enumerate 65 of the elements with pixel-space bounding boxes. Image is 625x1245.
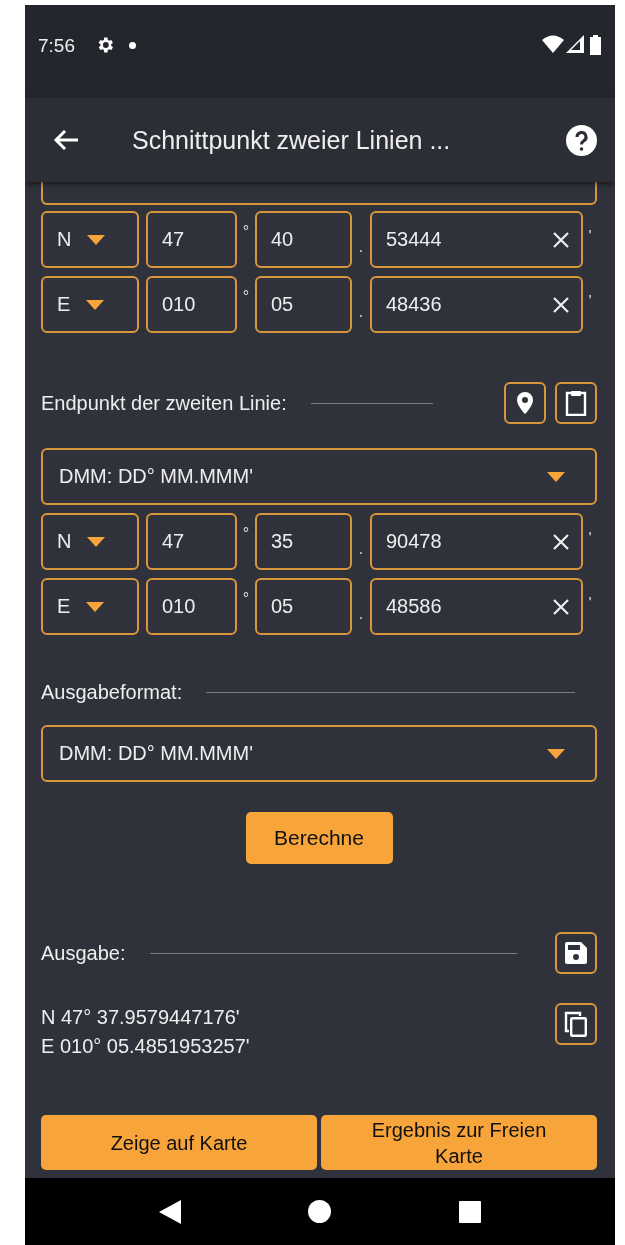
nav-home-icon[interactable]	[308, 1200, 332, 1223]
clipboard-button[interactable]	[555, 382, 597, 424]
clear-icon[interactable]	[553, 296, 569, 313]
screen-title: Schnittpunkt zweier Linien ...	[132, 125, 452, 155]
caret-icon	[547, 748, 565, 759]
dot-icon	[129, 42, 136, 49]
hemisphere-dropdown[interactable]: N	[41, 513, 139, 570]
nav-recents-icon[interactable]	[459, 1200, 482, 1223]
location-pin-icon	[517, 392, 533, 414]
minutes-field[interactable]: 35	[255, 513, 352, 570]
decimals-field[interactable]: 48436	[370, 276, 583, 333]
degrees-field[interactable]: 010	[146, 276, 237, 333]
hemisphere-dropdown[interactable]: N	[41, 211, 139, 268]
section-label: Ausgabe:	[41, 941, 126, 965]
hemisphere-dropdown[interactable]: E	[41, 578, 139, 635]
minute-mark: '	[587, 226, 593, 243]
calculate-button[interactable]: Berechne	[245, 812, 393, 864]
section-label: Ausgabeformat:	[41, 680, 183, 704]
caret-icon	[86, 601, 105, 612]
action-button[interactable]: Zeige auf Karte	[41, 1115, 317, 1170]
section-label: Endpunkt der zweiten Linie:	[41, 391, 287, 415]
decimals-field[interactable]: 53444	[370, 211, 583, 268]
result-coordinates: N 47° 37.9579447176' E 010° 05.4851953257'	[41, 1005, 250, 1059]
action-button[interactable]: Ergebnis zur Freien Karte	[321, 1115, 597, 1170]
clear-icon[interactable]	[553, 598, 569, 615]
decimal-point: .	[357, 238, 365, 257]
decimal-point: .	[357, 303, 365, 322]
decimals-field[interactable]: 48586	[370, 578, 583, 635]
copy-button[interactable]	[555, 1003, 597, 1045]
clear-icon[interactable]	[553, 231, 569, 248]
nav-back-icon[interactable]	[158, 1199, 181, 1224]
caret-icon	[547, 471, 565, 482]
caret-icon	[87, 234, 106, 245]
decimals-field[interactable]: 90478	[370, 513, 583, 570]
signal-icon	[566, 35, 584, 53]
hemisphere-dropdown[interactable]: E	[41, 276, 139, 333]
caret-icon	[87, 536, 106, 547]
decimal-point: .	[357, 605, 365, 624]
decimal-point: .	[357, 540, 365, 559]
caret-icon	[86, 299, 105, 310]
minute-mark: '	[587, 528, 593, 545]
minutes-field[interactable]: 05	[255, 276, 352, 333]
format-dropdown[interactable]: DMM: DD° MM.MMM'	[41, 448, 597, 505]
copy-icon	[564, 1011, 588, 1037]
wifi-icon	[542, 35, 564, 53]
minute-mark: '	[587, 291, 593, 308]
minute-mark: '	[587, 593, 593, 610]
minutes-field[interactable]: 40	[255, 211, 352, 268]
degree-mark: °	[241, 589, 251, 608]
battery-icon	[590, 35, 601, 55]
format-dropdown[interactable]: DMM: DD° MM.MMM'	[41, 725, 597, 782]
save-button[interactable]	[555, 932, 597, 974]
degree-mark: °	[241, 524, 251, 543]
back-arrow-icon[interactable]	[53, 129, 79, 151]
clear-icon[interactable]	[553, 533, 569, 550]
degrees-field[interactable]: 47	[146, 211, 237, 268]
minutes-field[interactable]: 05	[255, 578, 352, 635]
location-pin-button[interactable]	[504, 382, 546, 424]
degrees-field[interactable]: 010	[146, 578, 237, 635]
clipboard-icon	[565, 390, 587, 416]
degree-mark: °	[241, 222, 251, 241]
degrees-field[interactable]: 47	[146, 513, 237, 570]
status-time: 7:56	[38, 35, 75, 57]
help-icon[interactable]	[566, 124, 597, 156]
degree-mark: °	[241, 287, 251, 306]
